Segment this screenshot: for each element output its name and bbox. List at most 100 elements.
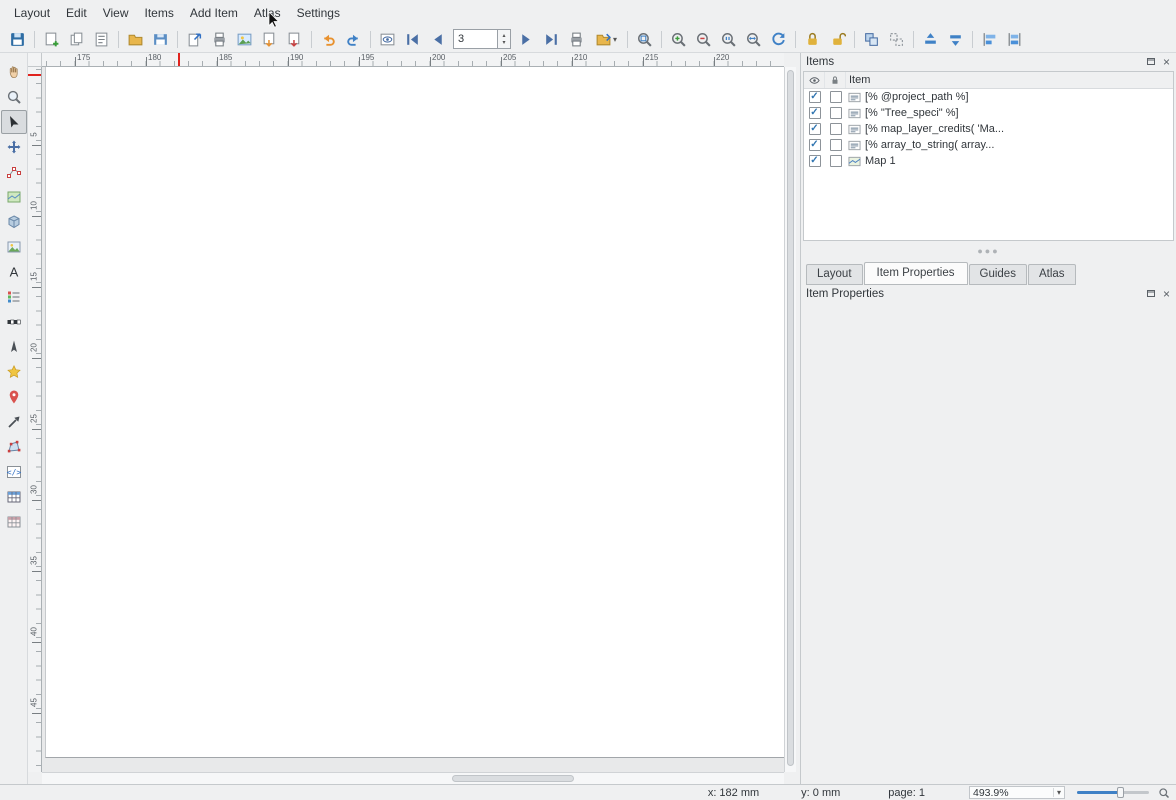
add-label-button[interactable]: A xyxy=(1,260,27,284)
zoom-in-button[interactable] xyxy=(666,27,691,51)
panel-splitter-horizontal[interactable]: ●●● xyxy=(801,241,1176,261)
print-atlas-button[interactable] xyxy=(564,27,589,51)
float-panel-icon[interactable] xyxy=(1146,288,1156,301)
redo-button[interactable] xyxy=(341,27,366,51)
items-dock-titlebar: Items × xyxy=(801,53,1176,71)
zoom-tool-button[interactable] xyxy=(1,85,27,109)
layout-canvas[interactable] xyxy=(42,67,784,772)
lock-checkbox[interactable] xyxy=(830,107,842,119)
close-panel-icon[interactable]: × xyxy=(1163,57,1170,67)
menu-add-item[interactable]: Add Item xyxy=(182,3,246,23)
duplicate-layout-button[interactable] xyxy=(64,27,89,51)
add-arrow-button[interactable] xyxy=(1,410,27,434)
visibility-checkbox[interactable]: ✓ xyxy=(809,139,821,151)
zoom-actual-button[interactable] xyxy=(716,27,741,51)
move-item-content-button[interactable] xyxy=(1,135,27,159)
add-marker-button[interactable] xyxy=(1,385,27,409)
table-row[interactable]: ✓ [% map_layer_credits( 'Ma... xyxy=(804,121,1173,137)
zoom-width-button[interactable] xyxy=(741,27,766,51)
menu-layout[interactable]: Layout xyxy=(6,3,58,23)
add-legend-button[interactable] xyxy=(1,285,27,309)
visibility-column-header[interactable] xyxy=(804,72,825,88)
zoom-out-button[interactable] xyxy=(691,27,716,51)
visibility-checkbox[interactable]: ✓ xyxy=(809,107,821,119)
add-shape-button[interactable] xyxy=(1,360,27,384)
tab-guides[interactable]: Guides xyxy=(969,264,1027,285)
lock-selected-items-button[interactable] xyxy=(800,27,825,51)
add-scalebar-button[interactable] xyxy=(1,310,27,334)
tab-layout[interactable]: Layout xyxy=(806,264,863,285)
zoom-slider[interactable] xyxy=(1077,787,1149,799)
vertical-scrollbar[interactable] xyxy=(784,67,796,772)
lock-checkbox[interactable] xyxy=(830,155,842,167)
zoom-slider-handle[interactable] xyxy=(1117,787,1124,798)
add-html-button[interactable]: </> xyxy=(1,460,27,484)
previous-feature-button[interactable] xyxy=(425,27,450,51)
add-3d-map-button[interactable] xyxy=(1,210,27,234)
unlock-all-items-button[interactable] xyxy=(825,27,850,51)
add-picture-button[interactable] xyxy=(1,235,27,259)
save-project-button[interactable] xyxy=(5,27,30,51)
layout-page[interactable] xyxy=(45,67,784,758)
add-map-button[interactable] xyxy=(1,185,27,209)
select-move-item-button[interactable] xyxy=(1,110,27,134)
export-as-image-button[interactable] xyxy=(232,27,257,51)
float-panel-icon[interactable] xyxy=(1146,56,1156,69)
zoom-level-combo[interactable]: 493.9% ▾ xyxy=(969,786,1065,799)
export-atlas-button[interactable]: ▾ xyxy=(589,27,623,51)
next-feature-button[interactable] xyxy=(514,27,539,51)
add-node-item-button[interactable] xyxy=(1,435,27,459)
lower-selected-items-button[interactable] xyxy=(943,27,968,51)
lock-checkbox[interactable] xyxy=(830,91,842,103)
ungroup-items-button[interactable] xyxy=(884,27,909,51)
menu-edit[interactable]: Edit xyxy=(58,3,95,23)
table-row[interactable]: ✓ [% @project_path %] xyxy=(804,89,1173,105)
table-row[interactable]: ✓ [% "Tree_speci" %] xyxy=(804,105,1173,121)
tab-item-properties[interactable]: Item Properties xyxy=(864,262,968,285)
vertical-scrollbar-thumb[interactable] xyxy=(787,70,794,766)
first-feature-button[interactable] xyxy=(400,27,425,51)
add-attribute-table-button[interactable] xyxy=(1,485,27,509)
pan-tool-button[interactable] xyxy=(1,60,27,84)
new-layout-button[interactable] xyxy=(39,27,64,51)
svg-text:</>: </> xyxy=(6,468,21,477)
close-panel-icon[interactable]: × xyxy=(1163,289,1170,299)
group-items-button[interactable] xyxy=(859,27,884,51)
raise-selected-items-button[interactable] xyxy=(918,27,943,51)
visibility-checkbox[interactable]: ✓ xyxy=(809,155,821,167)
lock-column-header[interactable] xyxy=(825,72,846,88)
item-column-header[interactable]: Item xyxy=(846,74,870,86)
tab-atlas[interactable]: Atlas xyxy=(1028,264,1076,285)
lock-checkbox[interactable] xyxy=(830,139,842,151)
atlas-spinner[interactable]: ▴▾ xyxy=(497,29,511,49)
table-row[interactable]: ✓ [% array_to_string( array... xyxy=(804,137,1173,153)
refresh-button[interactable] xyxy=(766,27,791,51)
edit-nodes-item-button[interactable] xyxy=(1,160,27,184)
visibility-checkbox[interactable]: ✓ xyxy=(809,123,821,135)
menu-view[interactable]: View xyxy=(95,3,137,23)
export-as-template-button[interactable] xyxy=(182,27,207,51)
horizontal-scrollbar-thumb[interactable] xyxy=(452,775,574,782)
load-template-button[interactable] xyxy=(123,27,148,51)
menu-items[interactable]: Items xyxy=(137,3,182,23)
export-as-svg-button[interactable] xyxy=(257,27,282,51)
export-as-pdf-button[interactable] xyxy=(282,27,307,51)
undo-button[interactable] xyxy=(316,27,341,51)
horizontal-scrollbar[interactable] xyxy=(42,772,784,784)
atlas-feature-input[interactable] xyxy=(453,29,497,49)
print-button[interactable] xyxy=(207,27,232,51)
preview-atlas-button[interactable] xyxy=(375,27,400,51)
layout-manager-button[interactable] xyxy=(89,27,114,51)
menu-atlas[interactable]: Atlas xyxy=(246,3,289,23)
align-selected-items-button[interactable] xyxy=(977,27,1002,51)
zoom-full-button[interactable] xyxy=(632,27,657,51)
distribute-selected-items-button[interactable] xyxy=(1002,27,1027,51)
save-as-template-button[interactable] xyxy=(148,27,173,51)
visibility-checkbox[interactable]: ✓ xyxy=(809,91,821,103)
add-fixed-table-button[interactable] xyxy=(1,510,27,534)
add-north-arrow-button[interactable] xyxy=(1,335,27,359)
last-feature-button[interactable] xyxy=(539,27,564,51)
menu-settings[interactable]: Settings xyxy=(289,3,348,23)
lock-checkbox[interactable] xyxy=(830,123,842,135)
table-row[interactable]: ✓ Map 1 xyxy=(804,153,1173,169)
